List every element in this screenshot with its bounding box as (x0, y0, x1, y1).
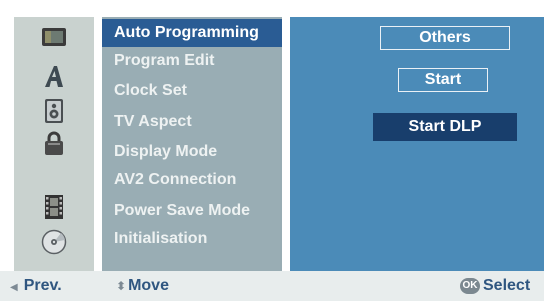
select-hint: OK Select (460, 271, 530, 301)
menu-item-label: AV2 Connection (114, 171, 237, 188)
prev-hint: ◀ Prev. (10, 271, 62, 301)
option-panel: Others Start Start DLP (290, 17, 544, 271)
left-arrow-icon: ◀ (10, 282, 18, 293)
menu-item-power-save-mode[interactable]: Power Save Mode (102, 197, 282, 225)
top-strip (0, 0, 544, 17)
menu-item-auto-programming[interactable]: Auto Programming (102, 19, 282, 47)
category-icon-column (14, 17, 94, 271)
tv-monitor-icon[interactable] (40, 25, 68, 49)
menu-item-av2-connection[interactable]: AV2 Connection (102, 166, 282, 194)
lock-icon[interactable] (40, 131, 68, 155)
others-button[interactable]: Others (380, 26, 510, 50)
menu-item-clock-set[interactable]: Clock Set (102, 77, 282, 105)
menu-item-tv-aspect[interactable]: TV Aspect (102, 108, 282, 136)
speaker-icon[interactable] (40, 99, 68, 123)
letter-a-icon[interactable] (40, 64, 68, 88)
film-icon[interactable] (40, 195, 68, 219)
menu-item-label: Power Save Mode (114, 202, 251, 219)
menu-item-label: Auto Programming (114, 24, 259, 41)
footer-hint-bar: ◀ Prev. ⬍ Move OK Select (0, 271, 544, 301)
menu-item-initialisation[interactable]: Initialisation (102, 225, 282, 253)
move-hint: ⬍ Move (116, 271, 169, 301)
up-down-arrows-icon: ⬍ (116, 279, 127, 293)
menu-item-label: Program Edit (114, 52, 215, 69)
menu-item-program-edit[interactable]: Program Edit (102, 47, 282, 75)
prev-label: Prev. (23, 277, 62, 294)
menu-item-label: Clock Set (114, 82, 187, 99)
select-label: Select (483, 277, 531, 294)
ok-button-icon: OK (460, 277, 480, 294)
setup-menu: Auto Programming Program Edit Clock Set … (0, 17, 544, 271)
start-button[interactable]: Start (398, 68, 488, 92)
menu-item-display-mode[interactable]: Display Mode (102, 138, 282, 166)
menu-item-label: Initialisation (114, 230, 208, 247)
menu-item-label: Display Mode (114, 143, 218, 160)
disc-icon[interactable] (40, 229, 68, 255)
move-label: Move (128, 277, 169, 294)
start-dlp-button[interactable]: Start DLP (373, 113, 517, 141)
menu-item-label: TV Aspect (114, 113, 192, 130)
